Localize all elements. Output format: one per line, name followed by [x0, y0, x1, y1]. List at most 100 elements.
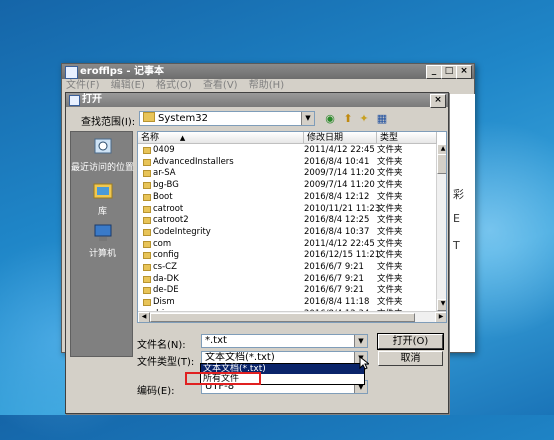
- chevron-down-icon[interactable]: ▼: [301, 112, 314, 125]
- file-date: 2009/7/14 11:20: [304, 180, 375, 191]
- file-name: CodeIntegrity: [153, 226, 211, 237]
- notepad-title-bar[interactable]: erofflps - 记事本 _ □ ×: [62, 64, 474, 79]
- highlight-box: [185, 372, 261, 385]
- file-name: cs-CZ: [153, 262, 177, 272]
- folder-icon: [143, 170, 151, 178]
- chevron-down-icon[interactable]: ▼: [354, 335, 367, 347]
- open-button[interactable]: 打开(O): [377, 333, 444, 350]
- file-name: catroot: [153, 203, 184, 214]
- file-type: 文件夹: [377, 145, 403, 155]
- file-type: 文件夹: [377, 262, 403, 272]
- file-date: 2011/4/12 22:45: [304, 145, 375, 155]
- view-menu-icon[interactable]: ▦: [374, 111, 390, 127]
- scroll-down-icon[interactable]: ▼: [437, 299, 446, 311]
- list-item[interactable]: bg-BG 2009/7/14 11:20 文件夹: [138, 180, 438, 191]
- file-type: 文件夹: [377, 203, 403, 214]
- file-date: 2016/12/15 11:21: [304, 250, 381, 261]
- list-item[interactable]: com 2011/4/12 22:45 文件夹: [138, 239, 438, 250]
- list-item[interactable]: AdvancedInstallers 2016/8/4 10:41 文件夹: [138, 157, 438, 168]
- list-item[interactable]: catroot2 2016/8/4 12:25 文件夹: [138, 215, 438, 226]
- dialog-title-bar[interactable]: 打开 ×: [66, 93, 448, 108]
- file-type: 文件夹: [377, 250, 403, 261]
- list-item[interactable]: CodeIntegrity 2016/8/4 10:37 文件夹: [138, 227, 438, 238]
- maximize-button[interactable]: □: [441, 65, 457, 79]
- filename-input[interactable]: *.txt ▼: [201, 334, 368, 348]
- file-type: 文件夹: [377, 273, 403, 284]
- notepad-icon: [65, 66, 78, 79]
- folder-icon: [143, 252, 151, 260]
- file-name: 0409: [153, 145, 175, 155]
- scroll-right-icon[interactable]: ▶: [435, 312, 446, 322]
- menu-view[interactable]: 查看(V): [199, 79, 242, 93]
- horizontal-scroll-thumb[interactable]: [150, 313, 415, 322]
- folder-icon: [143, 299, 151, 307]
- file-type: 文件夹: [377, 238, 403, 249]
- close-button[interactable]: ×: [456, 65, 472, 79]
- file-type: 文件夹: [377, 156, 403, 167]
- file-type: 文件夹: [377, 215, 403, 226]
- menu-edit[interactable]: 编辑(E): [107, 79, 149, 93]
- vertical-scrollbar[interactable]: ▲ ▼: [436, 144, 446, 311]
- dialog-close-button[interactable]: ×: [430, 94, 446, 108]
- notepad-menu-bar: 文件(F) 编辑(E) 格式(O) 查看(V) 帮助(H): [62, 79, 474, 93]
- folder-icon: [143, 275, 151, 283]
- file-list[interactable]: 名称 ▲ 修改日期 类型 0409 2011/4/12 22:45 文件夹 Advan…: [137, 131, 447, 323]
- file-date: 2010/11/21 11:23: [304, 203, 381, 214]
- list-item[interactable]: ar-SA 2009/7/14 11:20 文件夹: [138, 168, 438, 179]
- folder-icon: [143, 264, 151, 271]
- place-recent[interactable]: 最近访问的位置: [71, 136, 134, 173]
- file-date: 2016/6/7 9:21: [304, 262, 364, 272]
- file-date: 2016/8/4 11:18: [304, 297, 370, 308]
- mouse-cursor-icon: [359, 356, 369, 370]
- file-date: 2011/4/12 22:45: [304, 238, 375, 249]
- file-name: com: [153, 238, 172, 249]
- place-library[interactable]: 库: [71, 180, 134, 217]
- list-item[interactable]: Dism 2016/8/4 11:18 文件夹: [138, 297, 438, 308]
- menu-help[interactable]: 帮助(H): [245, 79, 288, 93]
- list-item[interactable]: Boot 2016/8/4 12:12 文件夹: [138, 192, 438, 203]
- up-folder-icon[interactable]: ⬆: [340, 111, 356, 127]
- notepad-title: erofflps - 记事本: [80, 66, 164, 77]
- vertical-scroll-thumb[interactable]: [437, 154, 446, 174]
- folder-icon: [143, 182, 151, 190]
- file-date: 2016/8/4 12:25: [304, 215, 370, 226]
- list-item[interactable]: da-DK 2016/6/7 9:21 文件夹: [138, 274, 438, 285]
- back-icon[interactable]: ◉: [322, 111, 338, 127]
- column-date[interactable]: 修改日期: [304, 132, 377, 144]
- file-date: 2016/8/4 12:12: [304, 191, 370, 202]
- menu-file[interactable]: 文件(F): [62, 79, 104, 93]
- folder-icon: [143, 287, 151, 295]
- computer-icon: [91, 222, 115, 244]
- file-type: 文件夹: [377, 297, 403, 308]
- list-item[interactable]: config 2016/12/15 11:21 文件夹: [138, 250, 438, 261]
- file-type: 文件夹: [377, 191, 403, 202]
- folder-icon: [143, 158, 151, 166]
- list-item[interactable]: 0409 2011/4/12 22:45 文件夹: [138, 145, 438, 156]
- place-computer[interactable]: 计算机: [71, 222, 134, 259]
- file-name: catroot2: [153, 215, 189, 226]
- place-recent-label: 最近访问的位置: [71, 163, 135, 173]
- horizontal-scrollbar[interactable]: ◀ ▶: [138, 311, 446, 322]
- column-type[interactable]: 类型: [377, 132, 437, 144]
- recent-places-icon: [91, 136, 115, 158]
- list-item[interactable]: catroot 2010/11/21 11:23 文件夹: [138, 204, 438, 215]
- cancel-button[interactable]: 取消: [378, 351, 443, 366]
- new-folder-icon[interactable]: ✦: [356, 111, 372, 127]
- side-text: T: [453, 239, 460, 252]
- file-name: Dism: [153, 297, 175, 308]
- menu-format[interactable]: 格式(O): [152, 79, 196, 93]
- folder-icon: [143, 205, 151, 213]
- lookin-combo[interactable]: System32 ▼: [139, 111, 315, 126]
- file-name: Boot: [153, 191, 173, 202]
- folder-icon: [143, 240, 151, 248]
- scroll-left-icon[interactable]: ◀: [138, 312, 150, 322]
- list-item[interactable]: cs-CZ 2016/6/7 9:21 文件夹: [138, 262, 438, 273]
- list-item[interactable]: de-DE 2016/6/7 9:21 文件夹: [138, 285, 438, 296]
- folder-icon: [143, 112, 155, 122]
- column-name[interactable]: 名称 ▲: [138, 132, 304, 144]
- folder-icon: [143, 193, 151, 201]
- file-date: 2016/8/4 10:41: [304, 156, 370, 167]
- minimize-button[interactable]: _: [426, 65, 442, 79]
- library-icon: [91, 180, 115, 202]
- file-name: de-DE: [153, 285, 179, 296]
